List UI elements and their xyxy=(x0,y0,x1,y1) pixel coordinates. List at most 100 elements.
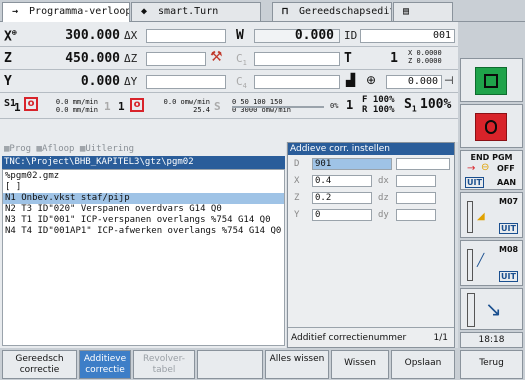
program-path: TNC:\Project\BHB_KAPITEL3\gtz\pgm02 xyxy=(2,156,285,169)
spindle-bar xyxy=(232,106,324,108)
s-override: S1 xyxy=(404,97,417,114)
machine-icon: ▟ xyxy=(346,73,356,87)
wissen-button[interactable]: Wissen xyxy=(331,350,389,379)
status-text: Additief correctienummer xyxy=(291,333,407,343)
t-label: T xyxy=(344,51,352,66)
one-a: 1 xyxy=(104,100,111,113)
program-line[interactable]: N2 T3 ID"020" Verspanen overdvars G14 Q0 xyxy=(5,204,222,215)
spindle-percent: 0% xyxy=(330,102,339,110)
delta-x-label: ΔX xyxy=(124,29,138,42)
tab-gereedschapseditor[interactable]: ⊓ Gereedschapseditor xyxy=(272,2,392,21)
empty-softkey[interactable] xyxy=(197,350,263,379)
spindle-stop-big-icon xyxy=(475,113,507,141)
coolant2-icon: ╱ xyxy=(477,253,485,267)
machine-mode-button[interactable] xyxy=(460,58,523,102)
additieve-correctie-button[interactable]: Additieve correctie xyxy=(79,350,131,379)
status-page: 1/1 xyxy=(433,333,448,343)
program-line[interactable]: N4 T4 ID"001AP1" ICP-afwerken overlangs … xyxy=(5,226,281,237)
program-line[interactable]: %pgm02.gmz xyxy=(5,171,59,182)
uit-label-3: UIT xyxy=(499,271,518,282)
program-line-selected[interactable]: N1 Onbev.vkst staf/pijp xyxy=(3,193,284,204)
d-label: D xyxy=(294,159,300,169)
right-softkey-column: END PGM → ⊖ OFF UIT AAN M07 ◢ UIT M08 ╱ … xyxy=(458,22,525,348)
opslaan-button[interactable]: Opslaan xyxy=(391,350,455,379)
feed-rate-2: 0.0 omw/min 25.4 xyxy=(163,98,210,114)
organizer-icon: ▤ xyxy=(402,6,410,17)
feed-rate-1: 0.0 mm/min 0.0 mm/min xyxy=(55,98,98,114)
spindle-count: 1 xyxy=(14,101,21,114)
clock: 18:18 xyxy=(460,332,523,348)
tool-value-field: 0.000 xyxy=(386,75,442,89)
program-line[interactable]: [ ] xyxy=(5,182,21,193)
m08-button[interactable]: M08 ╱ UIT xyxy=(460,240,523,286)
m07-label: M07 xyxy=(499,197,519,206)
delta-y-field xyxy=(146,75,226,89)
z-label: Z xyxy=(294,193,300,203)
uit-label-1: UIT xyxy=(465,177,484,188)
uit-label-2: UIT xyxy=(499,223,518,234)
tool-axis-icon: ⊣ xyxy=(444,74,454,87)
m07-button[interactable]: M07 ◢ UIT xyxy=(460,192,523,238)
toolbar-uitlering: Uitlering xyxy=(85,144,135,154)
z-position-value: 450.000 xyxy=(65,51,120,66)
id-value: 001 xyxy=(432,30,451,41)
t-value: 1 xyxy=(390,51,398,66)
tool-editor-icon: ⊓ xyxy=(281,6,289,17)
toolbar-prog: Prog xyxy=(9,144,32,154)
coolant-icon: ◢ xyxy=(477,211,485,222)
tab-organizer[interactable]: ▤ xyxy=(393,2,453,21)
delta-z-label: ΔZ xyxy=(124,52,138,65)
program-toolbar: ▦Prog ▦Afloop ▦Uitlering xyxy=(4,144,134,154)
z-correction-input[interactable]: 0.2 xyxy=(312,192,372,204)
x-position-value: 300.000 xyxy=(65,28,120,43)
tab-bar: → Programma-verloop ◆ smart.Turn ⊓ Geree… xyxy=(0,0,525,22)
s-axis-grey: S xyxy=(214,100,221,113)
tab-smart-turn[interactable]: ◆ smart.Turn xyxy=(131,2,261,21)
w-axis-label: W xyxy=(236,28,244,43)
machine-start-icon xyxy=(475,67,507,95)
revolver-tabel-button[interactable]: Revolver-tabel xyxy=(133,350,195,379)
jog-scale-icon xyxy=(467,293,475,327)
bottom-softkey-bar: Gereedsch correctie Additieve correctie … xyxy=(0,348,525,380)
terug-button[interactable]: Terug xyxy=(460,350,523,379)
program-listing[interactable]: %pgm02.gmz [ ] N1 Onbev.vkst staf/pijp N… xyxy=(2,169,285,346)
tab-label: smart.Turn xyxy=(158,6,219,17)
dx-input[interactable] xyxy=(396,175,436,187)
position-display: X⊕ 300.000 ΔX W 0.000 ID 001 Z 450.000 Δ… xyxy=(0,22,458,142)
end-pgm-button[interactable]: END PGM → ⊖ OFF UIT AAN xyxy=(460,150,523,190)
jog-button[interactable]: ↘ xyxy=(460,288,523,330)
dz-input[interactable] xyxy=(396,192,436,204)
y-correction-input[interactable]: 0 xyxy=(312,209,372,221)
target-icon: ⊕ xyxy=(366,73,377,87)
coolant2-tool-icon xyxy=(467,249,473,281)
alles-wissen-button[interactable]: Alles wissen xyxy=(265,350,329,379)
y-axis-label: Y xyxy=(4,74,12,89)
tool-holder-icon: ⚒ xyxy=(210,49,223,65)
c1-axis-label: C1 xyxy=(236,52,247,68)
x-label: X xyxy=(294,176,300,186)
dialog-title: Addieve corr. instellen xyxy=(288,143,454,155)
delta-z-field xyxy=(146,52,206,66)
tool-offsets: X 0.0000 Z 0.0000 xyxy=(408,49,442,65)
smart-turn-icon: ◆ xyxy=(140,6,148,17)
z-axis-label: Z xyxy=(4,51,12,66)
c1-field xyxy=(254,52,340,66)
y-position-value: 0.000 xyxy=(80,74,120,89)
off-label: OFF xyxy=(497,164,515,173)
end-circle-icon: ⊖ xyxy=(481,162,490,173)
override-values: F 100% R 100% xyxy=(362,95,395,115)
toolbar-afloop: Afloop xyxy=(41,144,75,154)
spindle-2-stop-icon: o xyxy=(130,98,144,112)
d-input[interactable]: 901 xyxy=(312,158,392,170)
gereedsch-correctie-button[interactable]: Gereedsch correctie xyxy=(2,350,77,379)
tab-programma-verloop[interactable]: → Programma-verloop xyxy=(2,2,130,22)
c4-axis-label: C4 xyxy=(236,75,247,91)
c4-field xyxy=(254,75,340,89)
aan-label: AAN xyxy=(497,178,517,187)
program-line[interactable]: N3 T1 ID"001" ICP-verspanen overlangs %7… xyxy=(5,215,271,226)
d-extra-input[interactable] xyxy=(396,158,450,170)
spindle-mode-button[interactable] xyxy=(460,104,523,148)
coolant-tool-icon xyxy=(467,201,473,233)
x-correction-input[interactable]: 0.4 xyxy=(312,175,372,187)
dy-input[interactable] xyxy=(396,209,436,221)
